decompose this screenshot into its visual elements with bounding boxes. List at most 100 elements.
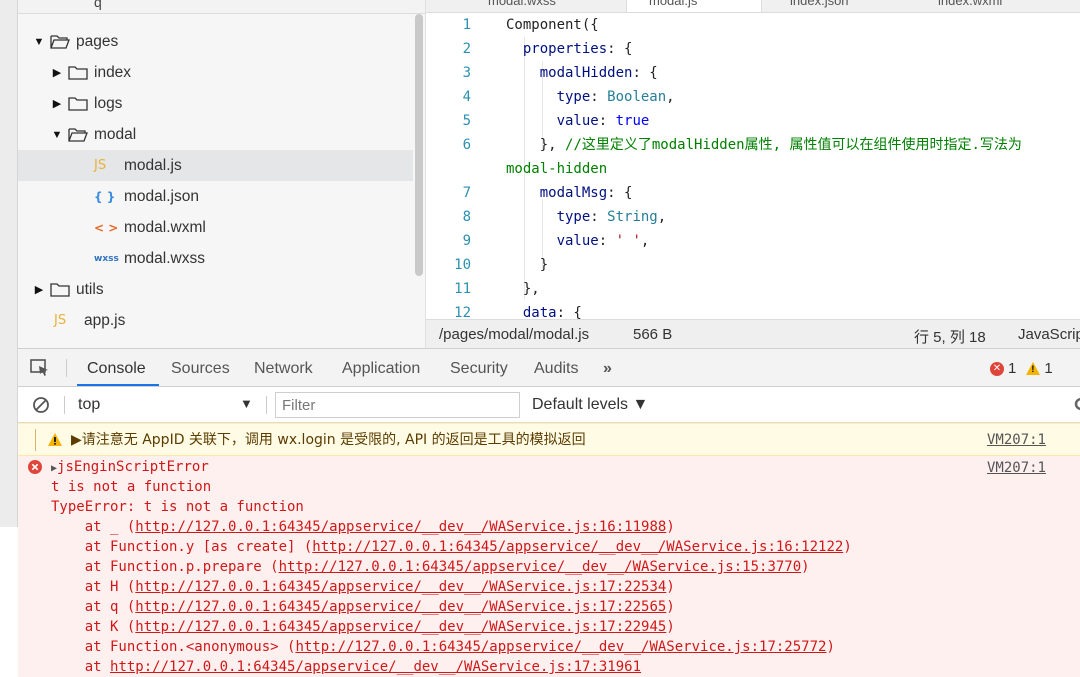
code-line[interactable]: 4 type: Boolean, <box>426 85 1080 109</box>
code-area[interactable]: 1 Component({ 2 properties: {3 modalHidden… <box>426 13 1080 319</box>
code-line[interactable]: 9 value: ' ', <box>426 229 1080 253</box>
tab-network[interactable]: Network <box>254 360 313 378</box>
chevron-right-icon[interactable]: ▶ <box>50 66 64 79</box>
code-line[interactable]: 6 }, //这里定义了modalHidden属性, 属性值可以在组件使用时指定… <box>426 133 1080 157</box>
line-text: Component({ <box>506 17 599 33</box>
clear-console-icon[interactable] <box>32 396 50 414</box>
line-text: data: { <box>522 305 582 319</box>
tab-security[interactable]: Security <box>450 360 508 378</box>
error-stack-line[interactable]: at Function.<anonymous> (http://127.0.0.… <box>51 637 835 657</box>
js-file-icon: JS <box>94 158 107 173</box>
devtools-panel: Console Sources Network Application Secu… <box>18 348 1080 677</box>
line-text: properties: { <box>522 41 633 57</box>
error-stack-line[interactable]: at Function.p.prepare (http://127.0.0.1:… <box>51 557 810 577</box>
tab-sources[interactable]: Sources <box>171 360 230 378</box>
explorer-scrollbar[interactable] <box>415 14 423 276</box>
code-line[interactable]: 8 type: String, <box>426 205 1080 229</box>
folder-icon <box>50 282 70 297</box>
issue-counter[interactable]: ✕ 1 ! 1 <box>990 360 1053 377</box>
tab-audits[interactable]: Audits <box>534 360 578 378</box>
code-line[interactable]: 3 modalHidden: { <box>426 61 1080 85</box>
code-line[interactable]: 11 }, <box>426 277 1080 301</box>
error-source-link[interactable]: VM207:1 <box>987 458 1046 478</box>
console-error-message[interactable]: VM207:1 ▶jsEnginScriptError t is not a fu… <box>18 456 1080 677</box>
tree-item-utils[interactable]: ▶ utils <box>18 274 413 305</box>
tree-item-logs[interactable]: ▶ logs <box>18 88 413 119</box>
tab-index-json[interactable]: index.json <box>790 0 910 12</box>
error-stack-line[interactable]: at http://127.0.0.1:64345/appservice/__d… <box>51 657 641 677</box>
tree-item-label: modal.js <box>124 156 182 174</box>
error-stack-line[interactable]: at H (http://127.0.0.1:64345/appservice/… <box>51 577 675 597</box>
tab-index-wxml[interactable]: index.wxml <box>938 0 1068 12</box>
tree-item-modal-json[interactable]: { } modal.json <box>18 181 413 212</box>
cursor-position[interactable]: 行 5, 列 18 <box>914 326 986 347</box>
line-text: type: String, <box>556 209 667 225</box>
editor-status-bar: /pages/modal/modal.js 566 B 行 5, 列 18 Ja… <box>426 319 1080 348</box>
code-line[interactable]: 2 properties: { <box>426 37 1080 61</box>
toolbar-separator <box>64 396 65 414</box>
line-number: 5 <box>462 113 471 129</box>
tree-item-label: logs <box>94 94 123 112</box>
context-selector[interactable]: top <box>78 396 100 414</box>
chevron-down-icon[interactable]: ▼ <box>50 129 64 141</box>
message-divider <box>35 429 36 451</box>
activity-bar <box>0 0 18 527</box>
tree-item-modal-wxml[interactable]: < > modal.wxml <box>18 212 413 243</box>
error-stack-line[interactable]: at _ (http://127.0.0.1:64345/appservice/… <box>51 517 675 537</box>
folder-open-icon <box>68 127 88 142</box>
file-path: /pages/modal/modal.js <box>439 326 590 343</box>
tree-item-modal[interactable]: ▼ modal <box>18 119 413 150</box>
toolbar-separator <box>66 359 67 377</box>
tree-item-modal-js[interactable]: JS modal.js <box>18 150 413 181</box>
js-file-icon: JS <box>54 313 67 328</box>
line-text: type: Boolean, <box>556 89 675 105</box>
tree-item-app-js[interactable]: JS app.js <box>18 305 413 336</box>
chevron-right-icon[interactable]: ▶ <box>50 97 64 110</box>
language-mode[interactable]: JavaScript <box>1018 326 1080 343</box>
tree-item-label: pages <box>76 32 119 50</box>
code-line[interactable]: modal-hidden <box>426 157 1080 181</box>
error-stack-line[interactable]: at q (http://127.0.0.1:64345/appservice/… <box>51 597 675 617</box>
line-number: 12 <box>454 305 471 319</box>
dropdown-arrow-icon[interactable]: ▼ <box>240 396 253 411</box>
code-line[interactable]: 10 } <box>426 253 1080 277</box>
tab-modal-js[interactable]: modal.js <box>626 0 762 12</box>
line-text: } <box>506 257 549 273</box>
error-stack-line[interactable]: at Function.y [as create] (http://127.0.… <box>51 537 852 557</box>
chevron-right-icon[interactable]: ▶ <box>32 283 46 296</box>
code-line[interactable]: 12 data: { <box>426 301 1080 319</box>
warning-icon: ! <box>1026 362 1041 375</box>
tab-application[interactable]: Application <box>342 360 420 378</box>
error-stack-line[interactable]: at K (http://127.0.0.1:64345/appservice/… <box>51 617 675 637</box>
chevron-down-icon[interactable]: ▼ <box>32 36 46 48</box>
code-line[interactable]: 7 modalMsg: { <box>426 181 1080 205</box>
console-warning-message[interactable]: ▶请注意无 AppID 关联下，调用 wx.login 是受限的, API 的返… <box>18 423 1080 456</box>
more-tabs-chevron-icon[interactable]: » <box>603 360 612 378</box>
warning-count: 1 <box>1044 360 1053 377</box>
wxml-file-icon: < > <box>94 220 119 235</box>
active-tab-indicator <box>77 384 159 386</box>
toolbar-separator <box>266 396 267 414</box>
settings-gear-icon[interactable] <box>1073 396 1080 412</box>
code-line[interactable]: 5 value: true <box>426 109 1080 133</box>
line-number: 10 <box>454 257 471 273</box>
error-stack-line: TypeError: t is not a function <box>51 499 304 515</box>
tree-item-pages[interactable]: ▼ pages <box>18 26 413 57</box>
line-number: 11 <box>454 281 471 297</box>
tab-console[interactable]: Console <box>87 360 146 378</box>
tree-item-modal-wxss[interactable]: wxss modal.wxss <box>18 243 413 274</box>
error-icon <box>28 460 42 474</box>
tab-modal-wxss[interactable]: modal.wxss <box>488 0 618 12</box>
code-line[interactable]: 1 Component({ <box>426 13 1080 37</box>
warning-source-link[interactable]: VM207:1 <box>987 430 1046 450</box>
line-number: 9 <box>462 233 471 249</box>
inspect-element-icon[interactable] <box>30 359 50 377</box>
log-levels-dropdown[interactable]: Default levels ▼ <box>532 396 648 414</box>
line-number: 4 <box>462 89 471 105</box>
tree-item-index[interactable]: ▶ index <box>18 57 413 88</box>
console-filter-input[interactable] <box>275 392 520 418</box>
line-number: 1 <box>462 17 471 33</box>
tab-label: index.wxml <box>938 0 1003 8</box>
tab-label: modal.wxss <box>488 0 556 8</box>
line-text: modalMsg: { <box>539 185 633 201</box>
